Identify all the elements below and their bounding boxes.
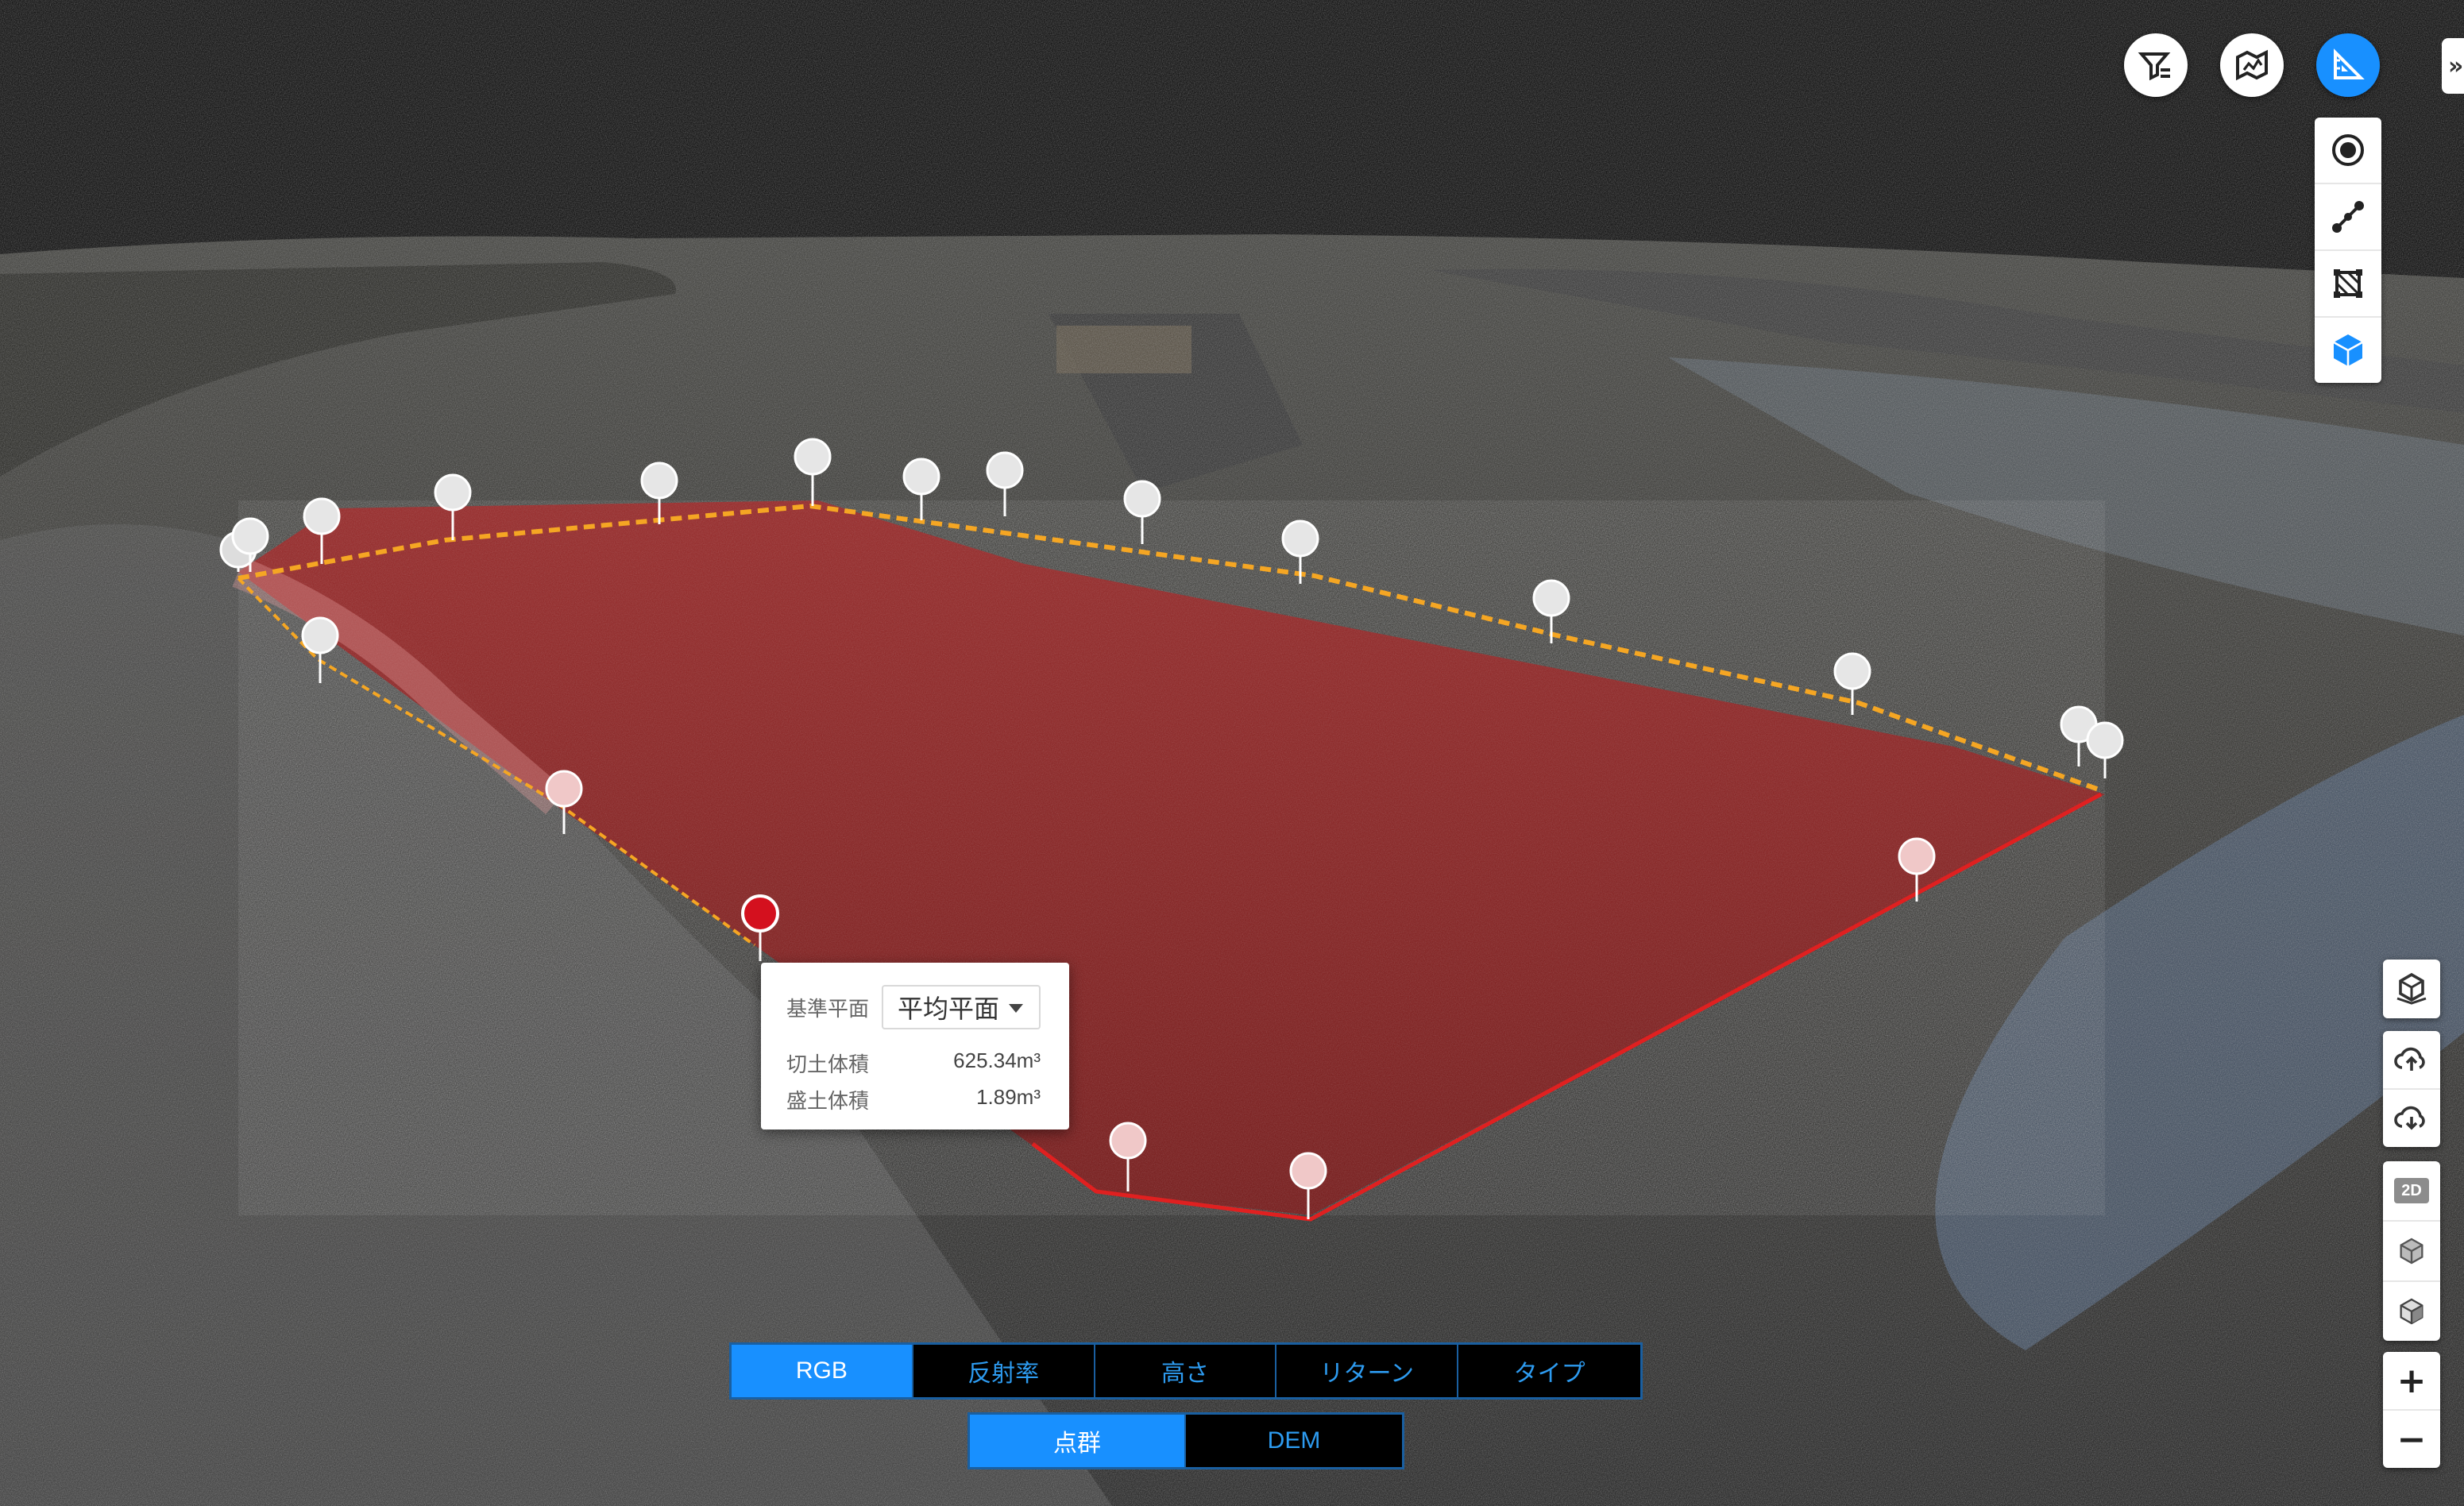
model-view-button[interactable] — [2383, 960, 2440, 1018]
point-cloud-viewport[interactable] — [0, 0, 2464, 1506]
point-marker-icon — [2332, 134, 2364, 166]
color-mode-rgb[interactable]: RGB — [732, 1345, 913, 1397]
volume-measure-button[interactable] — [2315, 318, 2381, 383]
data-mode-selector: 点群 DEM — [967, 1412, 1404, 1469]
color-mode-reflectance[interactable]: 反射率 — [913, 1345, 1095, 1397]
map-layers-button[interactable] — [2220, 33, 2284, 97]
cloud-upload-icon — [2394, 1047, 2425, 1071]
cloud-toolbar — [2383, 1031, 2440, 1147]
map-layers-icon — [2236, 49, 2268, 81]
data-mode-dem[interactable]: DEM — [1186, 1415, 1402, 1467]
display-mode-toolbar: 2D — [2383, 1161, 2440, 1341]
collapse-panel-button[interactable]: » — [2442, 38, 2464, 94]
point-measure-button[interactable] — [2315, 118, 2381, 184]
area-measure-button[interactable] — [2315, 251, 2381, 318]
filter-button[interactable] — [2124, 33, 2188, 97]
cloud-download-button[interactable] — [2383, 1090, 2440, 1147]
color-mode-height[interactable]: 高さ — [1095, 1345, 1277, 1397]
color-mode-return[interactable]: リターン — [1276, 1345, 1459, 1397]
3d-view-button[interactable] — [2383, 1222, 2440, 1282]
cut-volume-label: 切土体積 — [786, 1052, 870, 1076]
cloud-upload-button[interactable] — [2383, 1031, 2440, 1090]
cut-volume-value: 625.34m³ — [953, 1048, 1041, 1072]
polyline-icon — [2332, 201, 2364, 233]
fill-volume-row: 盛土体積 1.89m³ — [786, 1085, 1041, 1114]
2d-view-icon: 2D — [2394, 1178, 2429, 1203]
zoom-toolbar: + − — [2383, 1352, 2440, 1468]
view-model-toolbar — [2383, 960, 2440, 1018]
volume-result-popup: 基準平面 平均平面 切土体積 625.34m³ 盛土体積 1.89m³ — [761, 963, 1069, 1130]
volume-cube-icon — [2333, 334, 2363, 366]
3d-view-icon — [2400, 1238, 2423, 1265]
measure-ruler-icon — [2334, 48, 2365, 79]
cut-volume-row: 切土体積 625.34m³ — [786, 1048, 1041, 1078]
fill-volume-value: 1.89m³ — [976, 1085, 1041, 1109]
cloud-download-icon — [2394, 1106, 2425, 1130]
data-mode-point-cloud[interactable]: 点群 — [970, 1415, 1187, 1467]
zoom-out-button[interactable]: − — [2383, 1411, 2440, 1468]
measure-tools-toolbar — [2315, 118, 2381, 383]
reference-plane-select[interactable]: 平均平面 — [882, 985, 1041, 1029]
zoom-in-button[interactable]: + — [2383, 1352, 2440, 1411]
reference-plane-value: 平均平面 — [898, 994, 1000, 1023]
caret-down-icon — [1009, 1004, 1023, 1013]
distance-measure-button[interactable] — [2315, 184, 2381, 251]
filter-icon — [2138, 52, 2171, 81]
3d-model-icon — [2400, 1298, 2423, 1325]
reference-plane-label: 基準平面 — [786, 997, 870, 1021]
2d-view-button[interactable]: 2D — [2383, 1161, 2440, 1222]
measure-button[interactable] — [2316, 33, 2380, 97]
3d-model-button[interactable] — [2383, 1282, 2440, 1341]
model-view-icon — [2396, 972, 2427, 1005]
color-mode-type[interactable]: タイプ — [1458, 1345, 1640, 1397]
color-mode-selector: RGB 反射率 高さ リターン タイプ — [729, 1342, 1643, 1400]
area-polygon-icon — [2334, 269, 2362, 298]
fill-volume-label: 盛土体積 — [786, 1089, 870, 1113]
